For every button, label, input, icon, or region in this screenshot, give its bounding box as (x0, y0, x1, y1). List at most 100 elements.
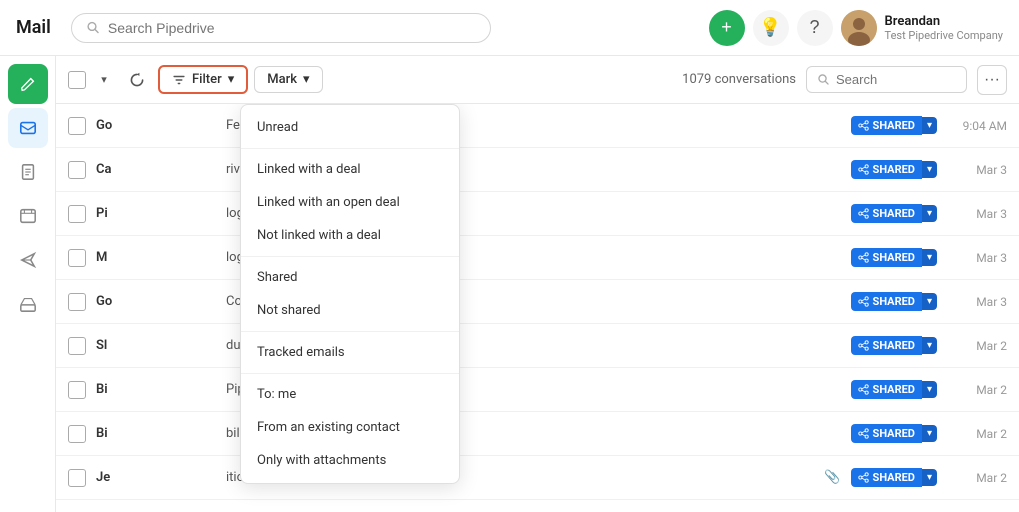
filter-tracked-emails[interactable]: Tracked emails (241, 336, 459, 369)
email-time: Mar 2 (947, 471, 1007, 485)
email-checkbox[interactable] (68, 337, 86, 355)
avatar-image (841, 10, 877, 46)
filter-existing-contact[interactable]: From an existing contact (241, 411, 459, 444)
user-avatar-area[interactable]: Breandan Test Pipedrive Company (841, 10, 1003, 46)
email-search-input[interactable] (836, 72, 956, 87)
filter-to-me[interactable]: To: me (241, 378, 459, 411)
email-time: Mar 3 (947, 251, 1007, 265)
badge-wrap: SHARED ▾ (851, 204, 937, 223)
email-sender: Go (96, 294, 216, 309)
shared-badge-dropdown[interactable]: ▾ (922, 117, 937, 134)
mark-arrow: ▾ (303, 72, 310, 87)
filter-shared[interactable]: Shared (241, 261, 459, 294)
shared-badge-dropdown[interactable]: ▾ (922, 425, 937, 442)
email-row[interactable]: Go February Searc… SHARED ▾ 9:04 AM (56, 104, 1019, 148)
shared-badge-dropdown[interactable]: ▾ (922, 161, 937, 178)
add-button[interactable]: + (709, 10, 745, 46)
global-search-input[interactable] (108, 20, 476, 36)
avatar-info: Breandan Test Pipedrive Company (885, 14, 1003, 42)
shared-badge-dropdown[interactable]: ▾ (922, 249, 937, 266)
filter-button[interactable]: Filter ▾ (158, 65, 248, 94)
filter-only-attachments[interactable]: Only with attachments (241, 444, 459, 477)
send-icon (19, 251, 37, 269)
email-checkbox[interactable] (68, 205, 86, 223)
email-row[interactable]: Ol sign-on notifica… SHARED ▾ Mar 2 (56, 500, 1019, 512)
sidebar-item-mail[interactable] (8, 108, 48, 148)
filter-linked-deal[interactable]: Linked with a deal (241, 153, 459, 186)
email-row[interactable]: Je ition: mission r… 📎 SHARED ▾ Mar 2 (56, 456, 1019, 500)
shared-badge-dropdown[interactable]: ▾ (922, 293, 937, 310)
sidebar-item-documents[interactable] (8, 152, 48, 192)
filter-not-shared[interactable]: Not shared (241, 294, 459, 327)
email-row[interactable]: M login details H… SHARED ▾ Mar 3 (56, 236, 1019, 280)
email-row[interactable]: Bi billing details h… SHARED ▾ Mar 2 (56, 412, 1019, 456)
email-row[interactable]: Ca rive EE + Ampli… SHARED ▾ Mar 3 (56, 148, 1019, 192)
filter-label: Filter (192, 72, 222, 87)
email-row[interactable]: Sl ducing the Slac… SHARED ▾ Mar 2 (56, 324, 1019, 368)
email-sender: Ca (96, 162, 216, 177)
select-all-checkbox[interactable] (68, 71, 86, 89)
refresh-icon (129, 72, 145, 88)
email-sender: M (96, 250, 216, 265)
nav-right: + 💡 ? Breandan Test Pipedrive Company (709, 10, 1003, 46)
filter-not-linked-deal[interactable]: Not linked with a deal (241, 219, 459, 252)
share-icon (858, 208, 869, 219)
sidebar-item-send[interactable] (8, 240, 48, 280)
refresh-button[interactable] (122, 65, 152, 95)
help-button[interactable]: ? (797, 10, 833, 46)
divider-3 (241, 331, 459, 332)
email-sender: Sl (96, 338, 216, 353)
more-options-button[interactable]: ··· (977, 65, 1007, 95)
sidebar (0, 56, 56, 512)
shared-badge: SHARED (851, 292, 922, 311)
email-checkbox[interactable] (68, 293, 86, 311)
email-sender: Bi (96, 426, 216, 441)
filter-linked-open-deal[interactable]: Linked with an open deal (241, 186, 459, 219)
select-dropdown-arrow[interactable]: ▾ (92, 66, 116, 94)
mark-label: Mark (267, 72, 297, 87)
email-search-box[interactable] (806, 66, 967, 93)
compose-icon (19, 75, 37, 93)
email-sender: Go (96, 118, 216, 133)
email-checkbox[interactable] (68, 425, 86, 443)
inbox-icon (19, 295, 37, 313)
email-checkbox[interactable] (68, 249, 86, 267)
toolbar-left: ▾ Filter ▾ Mark ▾ (68, 65, 323, 95)
toolbar: ▾ Filter ▾ Mark ▾ (56, 56, 1019, 104)
global-search-bar[interactable] (71, 13, 491, 43)
sidebar-item-inbox[interactable] (8, 284, 48, 324)
badge-wrap: SHARED ▾ (851, 248, 937, 267)
email-checkbox[interactable] (68, 117, 86, 135)
badge-wrap: SHARED ▾ (851, 292, 937, 311)
filter-unread[interactable]: Unread (241, 111, 459, 144)
search-icon (817, 73, 830, 86)
email-checkbox[interactable] (68, 469, 86, 487)
mark-button[interactable]: Mark ▾ (254, 66, 322, 93)
email-row[interactable]: Go Coverage issues… SHARED ▾ Mar 3 (56, 280, 1019, 324)
email-checkbox[interactable] (68, 381, 86, 399)
bulb-button[interactable]: 💡 (753, 10, 789, 46)
shared-badge: SHARED (851, 424, 922, 443)
sidebar-item-contacts[interactable] (8, 196, 48, 236)
email-row[interactable]: Pi login to Pipedri… SHARED ▾ Mar 3 (56, 192, 1019, 236)
share-icon (858, 340, 869, 351)
badge-wrap: SHARED ▾ (851, 160, 937, 179)
shared-badge-dropdown[interactable]: ▾ (922, 381, 937, 398)
share-icon (858, 384, 869, 395)
shared-badge: SHARED (851, 380, 922, 399)
user-company: Test Pipedrive Company (885, 29, 1003, 42)
shared-badge-dropdown[interactable]: ▾ (922, 469, 937, 486)
shared-badge: SHARED (851, 204, 922, 223)
shared-badge-dropdown[interactable]: ▾ (922, 205, 937, 222)
attachment-icon: 📎 (824, 470, 840, 485)
filter-icon (172, 73, 186, 87)
email-row[interactable]: Bi Pipedrive subsc… SHARED ▾ Mar 2 (56, 368, 1019, 412)
email-time: Mar 3 (947, 207, 1007, 221)
share-icon (858, 296, 869, 307)
shared-badge-dropdown[interactable]: ▾ (922, 337, 937, 354)
top-nav: Mail + 💡 ? Breandan Test Pipedrive Compa… (0, 0, 1019, 56)
share-icon (858, 164, 869, 175)
email-checkbox[interactable] (68, 161, 86, 179)
sidebar-item-compose[interactable] (8, 64, 48, 104)
contacts-icon (19, 207, 37, 225)
